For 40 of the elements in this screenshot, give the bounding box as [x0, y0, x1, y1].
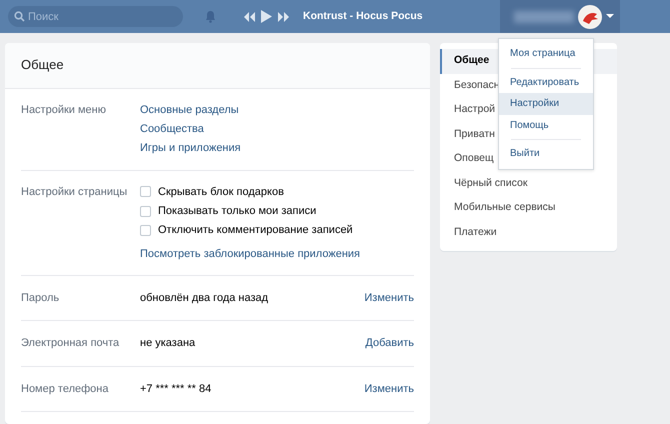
search-field[interactable]: Поиск — [8, 6, 183, 27]
setting-value: +7 *** *** ** 84 — [140, 382, 212, 396]
checkbox[interactable] — [140, 186, 151, 198]
search-icon — [14, 11, 25, 22]
checkbox-label[interactable]: Скрывать блок подарков — [158, 184, 284, 200]
menu-item[interactable]: Настройки — [499, 93, 593, 114]
setting-link[interactable]: Сообщества — [140, 123, 204, 136]
setting-value: обновлён два года назад — [140, 290, 270, 306]
action-link[interactable]: Добавить — [365, 336, 414, 351]
card-title: Общее — [5, 43, 430, 89]
blurred-name — [514, 10, 574, 22]
checkbox-label[interactable]: Отключить комментирование записей — [158, 223, 353, 238]
user-menu-button[interactable] — [500, 0, 620, 33]
setting-label: Настройки страницы — [21, 184, 128, 200]
action-link[interactable]: Изменить — [364, 290, 414, 306]
checkbox-label[interactable]: Показывать только мои записи — [158, 204, 316, 218]
setting-label: Настройки меню — [21, 102, 107, 118]
setting-link[interactable]: Игры и приложения — [140, 142, 241, 154]
menu-item[interactable]: Моя страница — [499, 43, 593, 64]
menu-item[interactable]: Помощь — [499, 114, 593, 136]
avatar — [578, 4, 602, 28]
setting-label: Пароль — [21, 290, 60, 306]
setting-value: не указана — [140, 336, 196, 351]
sidebar-item[interactable]: Платежи — [440, 220, 617, 245]
setting-label: Электронная почта — [21, 336, 120, 351]
previous-icon[interactable] — [244, 12, 255, 22]
action-link[interactable]: Изменить — [364, 382, 414, 396]
checkbox[interactable] — [140, 225, 151, 236]
play-icon[interactable] — [261, 10, 272, 23]
sidebar-item[interactable]: Мобильные сервисы — [440, 196, 617, 220]
setting-link[interactable]: Посмотреть заблокированные приложения — [140, 248, 360, 260]
caret-icon — [606, 14, 614, 19]
next-icon[interactable] — [278, 12, 289, 22]
menu-item[interactable]: Редактировать — [499, 72, 593, 93]
checkbox[interactable] — [140, 206, 151, 217]
setting-link[interactable]: Основные разделы — [140, 104, 239, 116]
setting-label: Номер телефона — [21, 382, 110, 396]
track-title[interactable]: Kontrust - Hocus Pocus — [303, 10, 423, 24]
menu-item[interactable]: Выйти — [499, 143, 593, 164]
sidebar-item[interactable]: Чёрный список — [440, 172, 617, 196]
